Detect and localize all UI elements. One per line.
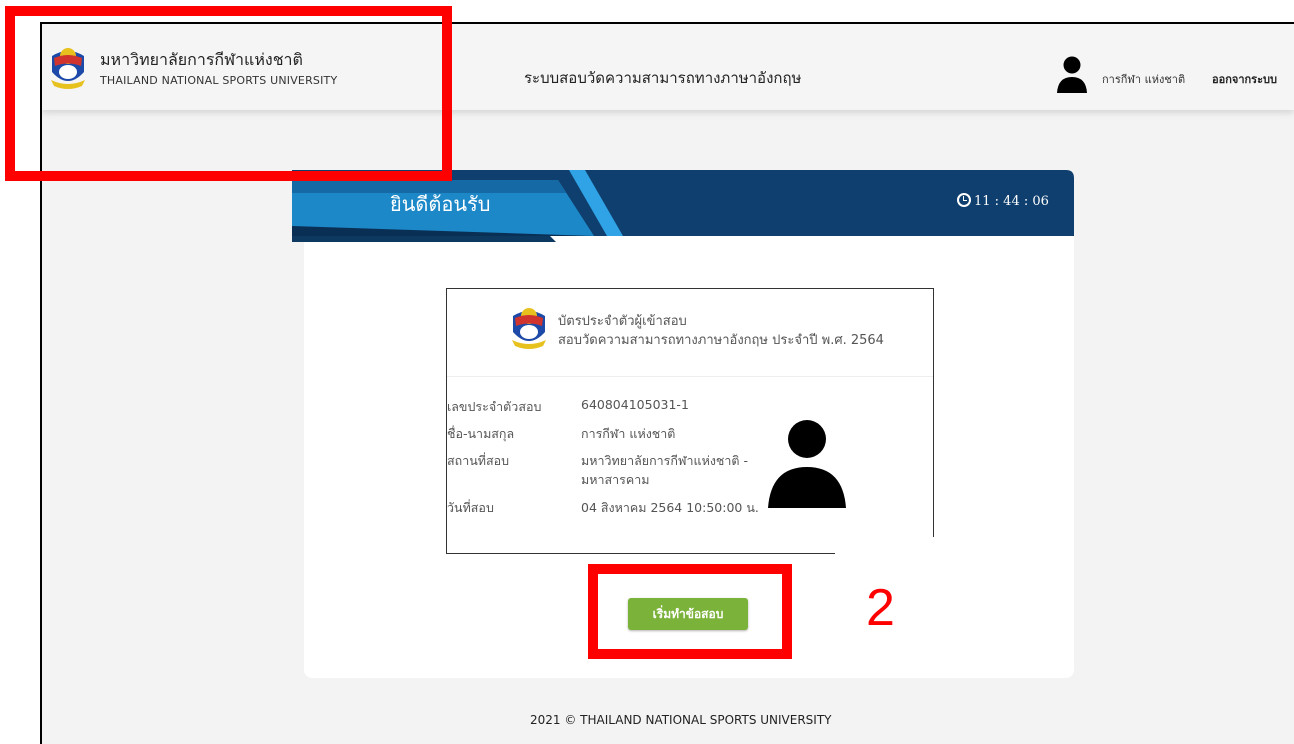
exam-number-label: เลขประจำตัวสอบ (447, 399, 542, 414)
exam-venue-value: มหาวิทยาลัยการกีฬาแห่งชาติ - (581, 453, 749, 468)
system-title: ระบบสอบวัดความสามารถทางภาษาอังกฤษ (524, 69, 802, 87)
highlight-box-logo (5, 6, 452, 181)
id-card-subtitle: สอบวัดความสามารถทางภาษาอังกฤษ ประจำปี พ.… (558, 333, 884, 348)
card-corner-gap (835, 537, 939, 567)
welcome-heading: ยินดีต้อนรับ (390, 192, 491, 216)
user-name-link[interactable]: การกีฬา แห่งชาติ (1102, 70, 1185, 88)
exam-date-value: 04 สิงหาคม 2564 10:50:00 น. (581, 500, 759, 515)
exam-id-card: บัตรประจำตัวผู้เข้าสอบ สอบวัดความสามารถท… (446, 288, 939, 567)
highlight-box-start-button (588, 564, 792, 659)
id-card-header: บัตรประจำตัวผู้เข้าสอบ สอบวัดความสามารถท… (447, 289, 933, 377)
clock-icon (957, 193, 971, 207)
exam-timer: 11 : 44 : 06 (957, 193, 1049, 209)
university-logo-icon (512, 308, 546, 349)
exam-venue-label: สถานที่สอบ (447, 453, 510, 468)
candidate-photo-placeholder-icon (768, 420, 846, 508)
logout-link[interactable]: ออกจากระบบ (1212, 70, 1277, 88)
full-name-value: การกีฬา แห่งชาติ (581, 426, 676, 441)
exam-date-label: วันที่สอบ (447, 500, 494, 515)
user-avatar-icon[interactable] (1056, 56, 1088, 94)
timer-text: 11 : 44 : 06 (974, 194, 1049, 209)
step-number-annotation: 2 (866, 579, 895, 637)
footer-copyright: 2021 © THAILAND NATIONAL SPORTS UNIVERSI… (530, 713, 832, 727)
full-name-label: ชื่อ-นามสกุล (447, 426, 515, 441)
id-card-title: บัตรประจำตัวผู้เข้าสอบ (558, 314, 687, 329)
exam-venue-value-line2: มหาสารคาม (581, 472, 650, 487)
exam-number-value: 640804105031-1 (581, 397, 689, 412)
